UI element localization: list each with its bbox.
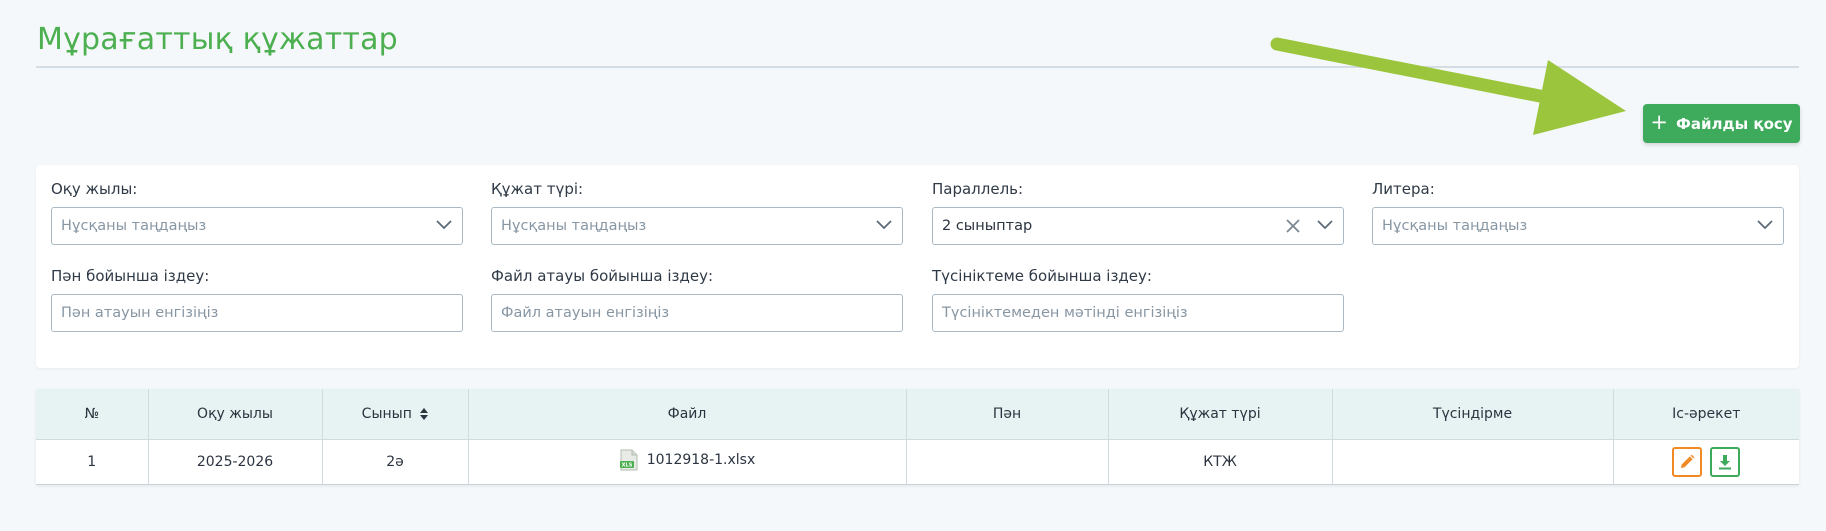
chevron-down-icon xyxy=(1317,220,1333,230)
cell-actions xyxy=(1613,438,1799,485)
comment-search-input[interactable] xyxy=(932,294,1344,332)
chevron-down-icon xyxy=(876,220,892,230)
clear-icon[interactable] xyxy=(1285,218,1301,234)
filename-search-input[interactable] xyxy=(491,294,903,332)
download-icon xyxy=(1719,454,1732,469)
xls-file-icon: XLS xyxy=(619,449,638,470)
cell-doc-type: КТЖ xyxy=(1108,438,1333,485)
doc-type-select[interactable]: Нұсқаны таңдаңыз xyxy=(491,207,903,245)
year-select-placeholder: Нұсқаны таңдаңыз xyxy=(61,218,207,234)
pencil-icon xyxy=(1681,454,1695,468)
parallel-filter: Параллель: 2 сыныптар xyxy=(932,180,1344,245)
col-header-num: № xyxy=(36,389,149,439)
download-button[interactable] xyxy=(1710,446,1741,477)
col-header-class-label: Сынып xyxy=(361,405,412,422)
cell-class: 2ә xyxy=(322,438,469,485)
table-header-row: № Оқу жылы Сынып Файл Пән Құжат түрі Түс… xyxy=(36,389,1799,439)
subject-search-label: Пән бойынша іздеу: xyxy=(51,267,210,285)
cell-comment xyxy=(1332,438,1614,485)
subject-search-input[interactable] xyxy=(51,294,463,332)
year-filter-label: Оқу жылы: xyxy=(51,180,138,198)
title-divider xyxy=(36,66,1799,68)
litera-filter-label: Литера: xyxy=(1372,180,1435,198)
chevron-down-icon xyxy=(436,220,452,230)
col-header-year: Оқу жылы xyxy=(148,389,323,439)
table-row: 1 2025-2026 2ә XLS 1012918-1.xlsx КТЖ xyxy=(36,438,1799,485)
doc-type-filter-label: Құжат түрі: xyxy=(491,180,584,198)
comment-search-field: Түсініктеме бойынша іздеу: xyxy=(932,267,1344,332)
comment-search-label: Түсініктеме бойынша іздеу: xyxy=(932,267,1152,285)
archive-table: № Оқу жылы Сынып Файл Пән Құжат түрі Түс… xyxy=(36,389,1799,485)
cell-file: XLS 1012918-1.xlsx xyxy=(468,438,907,485)
subject-search-field: Пән бойынша іздеу: xyxy=(51,267,463,332)
filename-search-field: Файл атауы бойынша іздеу: xyxy=(491,267,903,332)
sort-icon[interactable] xyxy=(420,407,429,420)
litera-select[interactable]: Нұсқаны таңдаңыз xyxy=(1372,207,1784,245)
file-link[interactable]: 1012918-1.xlsx xyxy=(647,452,756,468)
col-header-file: Файл xyxy=(468,389,907,439)
parallel-filter-label: Параллель: xyxy=(932,180,1024,198)
cell-subject xyxy=(906,438,1109,485)
cell-year: 2025-2026 xyxy=(148,438,323,485)
col-header-actions: Іс-әрекет xyxy=(1613,389,1799,439)
cell-num: 1 xyxy=(36,438,149,485)
edit-button[interactable] xyxy=(1672,446,1703,477)
col-header-subject: Пән xyxy=(906,389,1109,439)
year-filter: Оқу жылы: Нұсқаны таңдаңыз xyxy=(51,180,463,245)
add-file-button[interactable]: + Файлды қосу xyxy=(1643,104,1800,143)
svg-text:XLS: XLS xyxy=(621,462,632,468)
doc-type-select-placeholder: Нұсқаны таңдаңыз xyxy=(501,218,647,234)
col-header-doc-type: Құжат түрі xyxy=(1108,389,1333,439)
filter-panel: Оқу жылы: Нұсқаны таңдаңыз Құжат түрі: Н… xyxy=(36,165,1799,368)
parallel-select-value: 2 сыныптар xyxy=(942,218,1033,234)
year-select[interactable]: Нұсқаны таңдаңыз xyxy=(51,207,463,245)
parallel-select[interactable]: 2 сыныптар xyxy=(932,207,1344,245)
litera-select-placeholder: Нұсқаны таңдаңыз xyxy=(1382,218,1528,234)
litera-filter: Литера: Нұсқаны таңдаңыз xyxy=(1372,180,1784,245)
filename-search-label: Файл атауы бойынша іздеу: xyxy=(491,267,714,285)
plus-icon: + xyxy=(1650,110,1669,134)
page-title: Мұрағаттық құжаттар xyxy=(37,22,398,57)
chevron-down-icon xyxy=(1757,220,1773,230)
col-header-comment: Түсіндірме xyxy=(1332,389,1614,439)
add-file-label: Файлды қосу xyxy=(1676,114,1793,133)
doc-type-filter: Құжат түрі: Нұсқаны таңдаңыз xyxy=(491,180,903,245)
col-header-class[interactable]: Сынып xyxy=(322,389,469,439)
